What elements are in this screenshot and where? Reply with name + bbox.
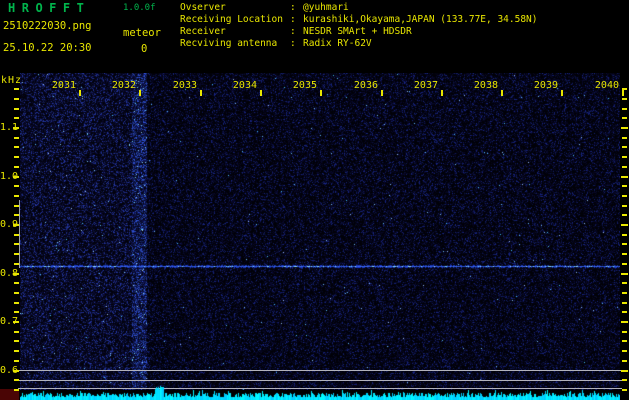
- info-value: NESDR SMArt + HDSDR: [303, 26, 412, 37]
- y-axis-tick-label: 1.0: [0, 171, 19, 182]
- y-axis-minor-tick-right: [622, 263, 627, 265]
- y-axis-major-tick-right: [621, 127, 628, 129]
- y-axis-minor-tick-right: [622, 311, 627, 313]
- y-axis-minor-tick-right: [622, 302, 627, 304]
- info-separator: :: [290, 2, 296, 13]
- y-axis-minor-tick: [14, 88, 19, 90]
- y-axis-tick-label: 0.6: [0, 365, 19, 376]
- y-axis-major-tick: [13, 176, 19, 178]
- y-axis-minor-tick-right: [622, 350, 627, 352]
- y-axis-minor-tick-right: [622, 108, 627, 110]
- info-label: Ovserver: [180, 2, 226, 13]
- info-value: Radix RY-62V: [303, 38, 372, 49]
- observer-info: Ovserver: @yuhmari Receiving Location: kur…: [180, 2, 538, 50]
- y-axis-minor-tick: [14, 292, 19, 294]
- y-axis-minor-tick-right: [622, 360, 627, 362]
- y-axis-minor-tick-right: [622, 205, 627, 207]
- y-axis-minor-tick-right: [622, 166, 627, 168]
- y-axis-tick-label: 0.9: [0, 219, 19, 230]
- reference-line: [18, 370, 622, 371]
- y-axis-minor-tick: [14, 117, 19, 119]
- info-label: Receiving Location: [180, 14, 283, 25]
- y-axis-minor-tick: [14, 331, 19, 333]
- y-axis-minor-tick-right: [622, 98, 627, 100]
- y-axis-major-tick-right: [621, 370, 628, 372]
- y-axis-minor-tick: [14, 166, 19, 168]
- y-axis-minor-tick-right: [622, 137, 627, 139]
- y-axis-minor-tick-right: [622, 282, 627, 284]
- mode-label: meteor: [123, 27, 161, 39]
- y-axis-minor-tick-right: [622, 292, 627, 294]
- info-value: kurashiki,Okayama,JAPAN (133.77E, 34.58N…: [303, 14, 538, 25]
- y-axis-minor-tick-right: [622, 117, 627, 119]
- y-axis-minor-tick: [14, 311, 19, 313]
- y-axis-major-tick-right: [621, 224, 628, 226]
- y-axis-minor-tick-right: [622, 146, 627, 148]
- y-axis-minor-tick: [14, 98, 19, 100]
- y-axis-major-tick: [13, 127, 19, 129]
- y-axis-tick-label: 0.8: [0, 268, 19, 279]
- info-row-antenna: Recviving antenna: Radix RY-62V: [180, 38, 538, 50]
- y-axis-minor-tick: [14, 108, 19, 110]
- info-row-receiver: Receiver: NESDR SMArt + HDSDR: [180, 26, 538, 38]
- info-row-observer: Ovserver: @yuhmari: [180, 2, 538, 14]
- reference-line: [18, 380, 622, 381]
- y-axis-major-tick-right: [621, 321, 628, 323]
- info-separator: :: [290, 14, 296, 25]
- signal-trace-canvas: [20, 382, 620, 400]
- y-axis-minor-tick: [14, 195, 19, 197]
- hrofft-window: HROFFT 1.0.0f 2510222030.png meteor 25.1…: [0, 0, 629, 400]
- y-axis-tick-label: 0.7: [0, 316, 19, 327]
- y-axis-minor-tick: [14, 302, 19, 304]
- y-axis-minor-tick-right: [622, 243, 627, 245]
- y-axis-minor-tick-right: [622, 379, 627, 381]
- y-axis-minor-tick-right: [622, 340, 627, 342]
- y-axis-minor-tick-right: [622, 389, 627, 391]
- y-axis-minor-tick: [14, 185, 19, 187]
- y-axis-major-tick: [13, 321, 19, 323]
- spectrogram-canvas: [20, 73, 620, 390]
- info-separator: :: [290, 26, 296, 37]
- meteor-count: 0: [141, 43, 148, 55]
- app-title: HROFFT: [8, 1, 91, 15]
- info-separator: :: [290, 38, 296, 49]
- y-axis-minor-tick: [14, 340, 19, 342]
- left-edge-marker-line: [19, 200, 20, 268]
- info-value: @yuhmari: [303, 2, 349, 13]
- app-version: 1.0.0f: [123, 3, 156, 13]
- info-row-location: Receiving Location: kurashiki,Okayama,JAP…: [180, 14, 538, 26]
- y-axis-major-tick-right: [621, 176, 628, 178]
- y-axis-minor-tick: [14, 350, 19, 352]
- y-axis-major-tick: [13, 273, 19, 275]
- x-axis-tick: [622, 90, 624, 96]
- y-axis-minor-tick-right: [622, 195, 627, 197]
- y-axis-minor-tick: [14, 137, 19, 139]
- corner-marker: [0, 389, 19, 400]
- y-axis-minor-tick-right: [622, 156, 627, 158]
- info-label: Receiver: [180, 26, 226, 37]
- y-axis-major-tick-right: [621, 273, 628, 275]
- timestamp: 25.10.22 20:30: [3, 42, 92, 54]
- y-axis-minor-tick: [14, 282, 19, 284]
- y-axis-minor-tick: [14, 146, 19, 148]
- y-axis-minor-tick: [14, 156, 19, 158]
- y-axis-tick-label: 1.1: [0, 122, 19, 133]
- y-axis-minor-tick-right: [622, 88, 627, 90]
- y-axis-minor-tick: [14, 360, 19, 362]
- frequency-axis-unit: kHz: [1, 75, 23, 86]
- y-axis-minor-tick-right: [622, 234, 627, 236]
- y-axis-minor-tick-right: [622, 185, 627, 187]
- info-label: Recviving antenna: [180, 38, 278, 49]
- output-filename: 2510222030.png: [3, 20, 92, 32]
- y-axis-minor-tick-right: [622, 331, 627, 333]
- y-axis-minor-tick-right: [622, 253, 627, 255]
- y-axis-minor-tick-right: [622, 214, 627, 216]
